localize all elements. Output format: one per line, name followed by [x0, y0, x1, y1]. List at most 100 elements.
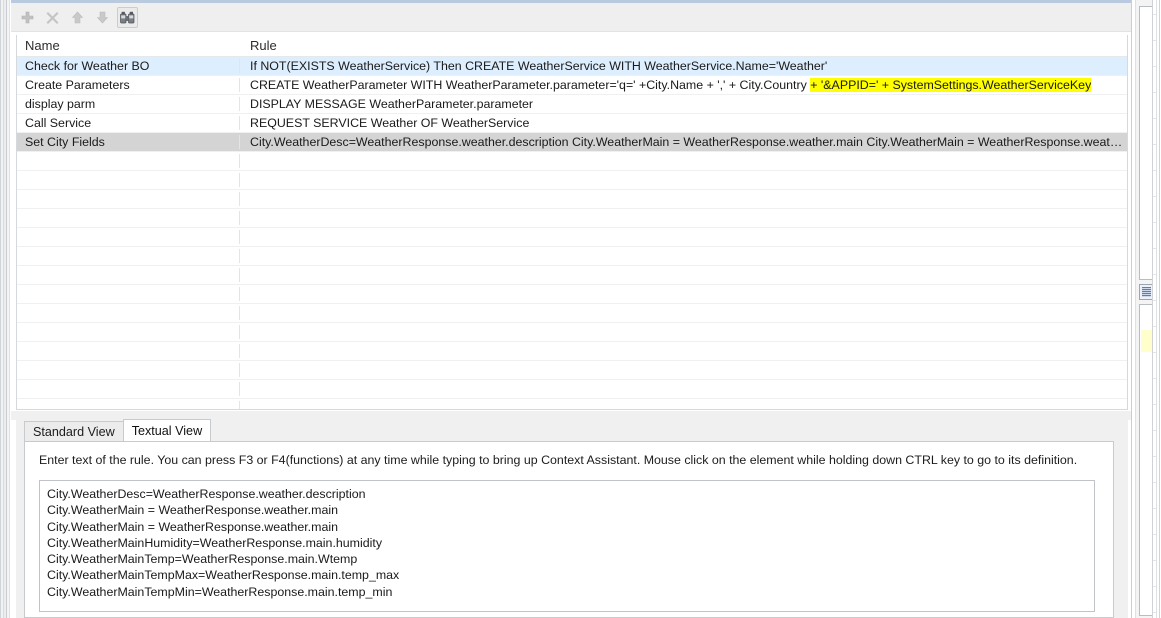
arrow-down-icon [96, 11, 109, 24]
window-edge-rail [1135, 0, 1136, 618]
table-row-empty[interactable] [17, 304, 1127, 323]
cell-rule-name[interactable]: Set City Fields [17, 135, 239, 149]
table-row-empty[interactable] [17, 247, 1127, 266]
find-button[interactable] [117, 7, 138, 28]
cell-rule-name [17, 211, 239, 225]
cell-rule-name [17, 363, 239, 377]
view-tabstrip: Standard View Textual View [24, 419, 212, 441]
table-row-empty[interactable] [17, 342, 1127, 361]
cell-rule-name [17, 306, 239, 320]
editor-line: City.WeatherDesc=WeatherResponse.weather… [47, 487, 366, 501]
editor-line: City.WeatherMainHumidity=WeatherResponse… [47, 535, 383, 550]
editor-line: City.WeatherMainTempMin=WeatherResponse.… [47, 584, 393, 599]
textual-view-panel: Enter text of the rule. You can press F3… [24, 441, 1114, 618]
table-body: Check for Weather BO If NOT(EXISTS Weathe… [17, 57, 1127, 409]
cell-rule-name [17, 192, 239, 206]
table-row[interactable]: Set City Fields City.WeatherDesc=WeatherR… [17, 133, 1127, 152]
table-row-empty[interactable] [17, 209, 1127, 228]
cell-rule-expression [239, 154, 1127, 168]
column-header-rule[interactable]: Rule [239, 38, 1127, 53]
cell-rule-expression [239, 325, 1127, 339]
editor-line: City.WeatherMainTemp=WeatherResponse.mai… [47, 552, 358, 567]
cell-rule-expression [239, 382, 1127, 396]
cell-rule-expression[interactable]: REQUEST SERVICE Weather OF WeatherServic… [239, 116, 1127, 130]
table-row-empty[interactable] [17, 266, 1127, 285]
cell-rule-expression [239, 363, 1127, 377]
cell-rule-name[interactable]: Check for Weather BO [17, 59, 239, 73]
rule-text-plain: CREATE WeatherParameter WITH WeatherPara… [250, 78, 811, 92]
cell-rule-expression[interactable]: City.WeatherDesc=WeatherResponse.weather… [239, 135, 1127, 149]
cell-rule-name [17, 325, 239, 339]
right-dock-upper-view [1139, 6, 1153, 280]
right-dock-highlight-marker [1141, 330, 1152, 352]
cell-rule-name [17, 401, 239, 409]
cell-rule-expression [239, 287, 1127, 301]
table-row-empty[interactable] [17, 152, 1127, 171]
cell-rule-name[interactable]: display parm [17, 97, 239, 111]
rule-text-highlighted: + '&APPID=' + SystemSettings.WeatherServ… [810, 78, 1092, 92]
editor-line: City.WeatherMainTempMax=WeatherResponse.… [47, 568, 400, 583]
cell-rule-expression[interactable]: DISPLAY MESSAGE WeatherParameter.paramet… [239, 97, 1127, 111]
cell-rule-expression[interactable]: CREATE WeatherParameter WITH WeatherPara… [239, 78, 1127, 92]
window-edge-rail [6, 0, 7, 618]
cell-rule-name [17, 382, 239, 396]
minimized-view-icon[interactable] [1139, 284, 1153, 300]
cell-rule-expression[interactable]: If NOT(EXISTS WeatherService) Then CREAT… [239, 59, 1127, 73]
cell-rule-expression [239, 211, 1127, 225]
plus-icon [21, 11, 34, 24]
cell-rule-expression [239, 192, 1127, 206]
delete-rule-button[interactable] [42, 7, 63, 28]
rule-text-editor[interactable]: City.WeatherDesc=WeatherResponse.weather… [39, 480, 1095, 612]
cell-rule-expression [239, 401, 1127, 409]
cell-rule-name [17, 173, 239, 187]
table-row-empty[interactable] [17, 171, 1127, 190]
table-row[interactable]: Check for Weather BO If NOT(EXISTS Weathe… [17, 57, 1127, 76]
cell-rule-name [17, 154, 239, 168]
cell-rule-expression [239, 344, 1127, 358]
table-row-empty[interactable] [17, 361, 1127, 380]
table-row-empty[interactable] [17, 190, 1127, 209]
cell-rule-name[interactable]: Create Parameters [17, 78, 239, 92]
application-window: Name Rule Check for Weather BO If NOT(EXI… [0, 0, 1161, 618]
table-row-empty[interactable] [17, 323, 1127, 342]
table-row[interactable]: display parm DISPLAY MESSAGE WeatherParam… [17, 95, 1127, 114]
table-row-empty[interactable] [17, 380, 1127, 399]
cell-rule-name [17, 287, 239, 301]
rules-table[interactable]: Name Rule Check for Weather BO If NOT(EXI… [16, 35, 1128, 410]
arrow-up-icon [71, 11, 84, 24]
cell-rule-name[interactable]: Call Service [17, 116, 239, 130]
cell-rule-expression [239, 173, 1127, 187]
binoculars-icon [120, 11, 135, 24]
window-edge-rail [3, 0, 4, 618]
window-edge-rail [1156, 0, 1157, 618]
cell-rule-expression [239, 249, 1127, 263]
window-edge-rail [0, 0, 1, 618]
cell-rule-expression [239, 230, 1127, 244]
table-header-row: Name Rule [17, 35, 1127, 57]
table-row[interactable]: Create Parameters CREATE WeatherParameter… [17, 76, 1127, 95]
rule-detail-panel: Standard View Textual View Enter text of … [16, 419, 1128, 618]
move-up-button[interactable] [67, 7, 88, 28]
tab-textual-view[interactable]: Textual View [122, 419, 212, 441]
window-edge-rail [1152, 0, 1153, 618]
editor-hint-text: Enter text of the rule. You can press F3… [39, 453, 1078, 467]
table-row[interactable]: Call Service REQUEST SERVICE Weather OF W… [17, 114, 1127, 133]
cell-rule-name [17, 344, 239, 358]
cell-rule-expression [239, 306, 1127, 320]
cell-rule-name [17, 268, 239, 282]
move-down-button[interactable] [92, 7, 113, 28]
window-edge-rail [1159, 0, 1160, 618]
table-row-empty[interactable] [17, 228, 1127, 247]
cell-rule-name [17, 249, 239, 263]
editor-line: City.WeatherMain = WeatherResponse.weath… [47, 503, 338, 518]
table-row-empty[interactable] [17, 285, 1127, 304]
table-row-empty[interactable] [17, 399, 1127, 409]
tab-standard-view[interactable]: Standard View [24, 421, 124, 441]
cell-rule-expression [239, 268, 1127, 282]
column-header-name[interactable]: Name [17, 38, 239, 53]
add-rule-button[interactable] [17, 7, 38, 28]
cell-rule-name [17, 230, 239, 244]
window-edge-rail [9, 0, 10, 618]
close-x-icon [46, 12, 59, 24]
window-edge-rail [1131, 0, 1132, 618]
